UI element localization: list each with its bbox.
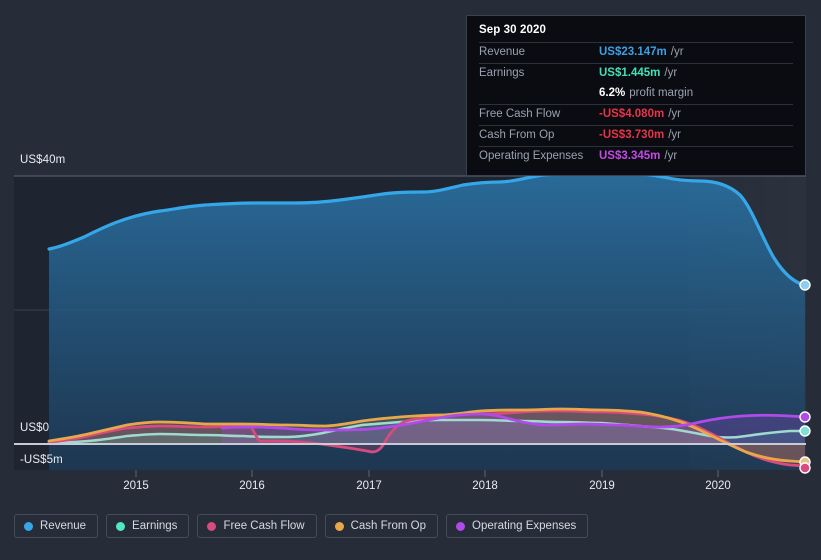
tooltip-unit-revenue: /yr <box>670 46 684 58</box>
tooltip-date: Sep 30 2020 <box>479 24 546 36</box>
x-axis-label-2017: 2017 <box>356 480 382 492</box>
x-axis-label-2015: 2015 <box>123 480 149 492</box>
tooltip-value-earnings: US$1.445m <box>599 67 661 79</box>
opex-endpoint-marker[interactable] <box>799 411 811 423</box>
x-axis-label-2018: 2018 <box>472 480 498 492</box>
legend-dot-free-cash-flow-icon <box>207 521 217 531</box>
x-tick-marks <box>135 470 719 477</box>
legend-label-revenue: Revenue <box>40 520 87 532</box>
tooltip-value-operating-expenses: US$3.345m <box>599 150 661 162</box>
tooltip-label-operating-expenses: Operating Expenses <box>479 150 584 162</box>
tooltip-row-cash-from-op: Cash From Op -US$3.730m /yr <box>479 125 793 146</box>
legend-item-revenue[interactable]: Revenue <box>14 514 99 538</box>
tooltip-value-cash-from-op: -US$3.730m <box>599 129 665 141</box>
legend-label-cash-from-op: Cash From Op <box>350 520 427 532</box>
legend-label-earnings: Earnings <box>132 520 178 532</box>
legend-dot-cash-from-op-icon <box>334 521 344 531</box>
legend-dot-revenue-icon <box>24 521 33 531</box>
tooltip-label-cash-from-op: Cash From Op <box>479 129 555 141</box>
fcf-endpoint-marker[interactable] <box>799 462 811 474</box>
data-point-tooltip: Sep 30 2020 Revenue US$23.147m /yr Earni… <box>466 15 806 176</box>
tooltip-label-revenue: Revenue <box>479 46 526 58</box>
legend-item-operating-expenses[interactable]: Operating Expenses <box>446 514 589 538</box>
x-axis-label-2019: 2019 <box>589 480 615 492</box>
legend-item-cash-from-op[interactable]: Cash From Op <box>324 514 439 538</box>
tooltip-label-earnings: Earnings <box>479 67 525 79</box>
tooltip-unit-cash-from-op: /yr <box>668 129 681 141</box>
tooltip-value-revenue: US$23.147m <box>599 46 667 58</box>
legend-item-earnings[interactable]: Earnings <box>106 514 190 538</box>
financial-performance-chart: US$40m US$0 -US$5m 2015 2016 2017 2018 2… <box>0 0 821 560</box>
legend-label-free-cash-flow: Free Cash Flow <box>223 520 305 532</box>
x-axis-labels: 2015 2016 2017 2018 2019 2020 <box>0 480 821 500</box>
tooltip-value-free-cash-flow: -US$4.080m <box>599 108 665 120</box>
x-axis-label-2016: 2016 <box>239 480 265 492</box>
tooltip-unit-profit-margin: profit margin <box>629 87 694 99</box>
tooltip-value-profit-margin: 6.2% <box>599 87 626 99</box>
tooltip-row-earnings: Earnings US$1.445m /yr <box>479 63 793 84</box>
legend-dot-operating-expenses-icon <box>456 521 466 531</box>
tooltip-row-revenue: Revenue US$23.147m /yr <box>479 42 793 63</box>
chart-legend: Revenue Earnings Free Cash Flow Cash Fro… <box>14 514 589 538</box>
earnings-endpoint-marker[interactable] <box>799 425 811 437</box>
x-axis-label-2020: 2020 <box>705 480 731 492</box>
tooltip-row-free-cash-flow: Free Cash Flow -US$4.080m /yr <box>479 104 793 125</box>
tooltip-unit-operating-expenses: /yr <box>664 150 678 162</box>
tooltip-label-free-cash-flow: Free Cash Flow <box>479 108 561 120</box>
tooltip-row-operating-expenses: Operating Expenses US$3.345m /yr <box>479 146 793 167</box>
legend-label-operating-expenses: Operating Expenses <box>472 520 577 532</box>
legend-item-free-cash-flow[interactable]: Free Cash Flow <box>197 514 317 538</box>
revenue-endpoint-marker[interactable] <box>799 279 811 291</box>
tooltip-unit-free-cash-flow: /yr <box>668 108 681 120</box>
legend-dot-earnings-icon <box>116 521 126 531</box>
tooltip-unit-earnings: /yr <box>664 67 678 79</box>
tooltip-row-profit-margin: 6.2% profit margin <box>479 84 793 104</box>
